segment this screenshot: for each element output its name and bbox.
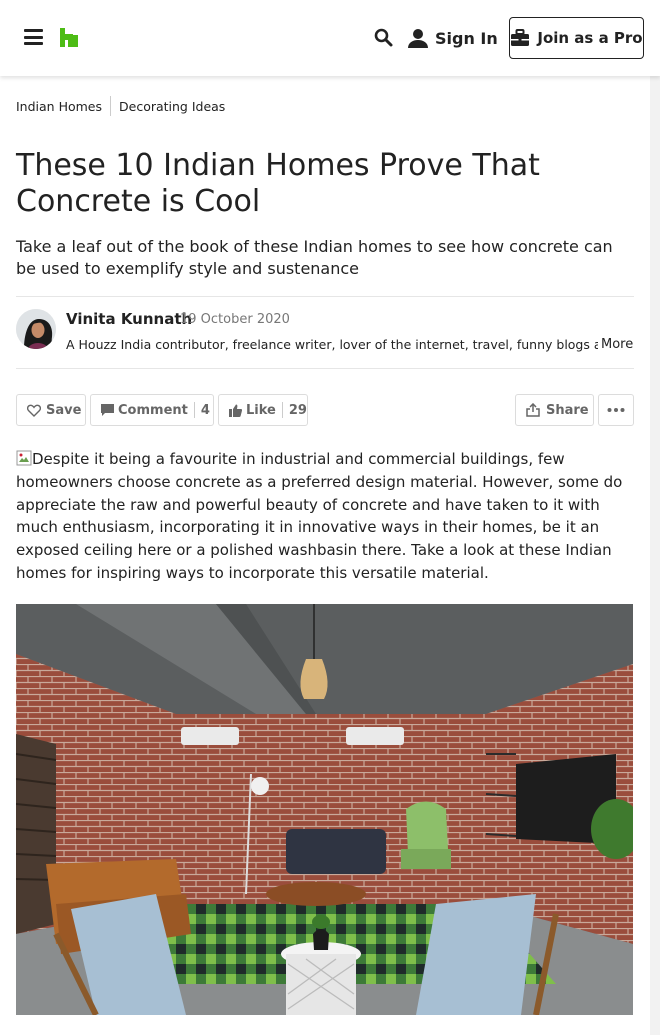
top-header: Sign In Join as a Pro — [0, 0, 660, 76]
article-intro-text: Despite it being a favourite in industri… — [16, 450, 623, 582]
join-as-pro-label: Join as a Pro — [537, 29, 643, 47]
save-button[interactable]: Save — [16, 394, 86, 426]
more-options-button[interactable] — [598, 394, 634, 426]
comment-icon — [101, 404, 114, 416]
divider — [16, 368, 634, 369]
ellipsis-icon — [607, 408, 625, 412]
like-count: 29 — [288, 402, 307, 418]
divider — [16, 296, 634, 297]
hamburger-icon[interactable] — [24, 29, 43, 45]
sign-in-label: Sign In — [435, 28, 498, 48]
publish-date: 19 October 2020 — [180, 312, 290, 327]
share-button[interactable]: Share — [515, 394, 594, 426]
comment-count: 4 — [200, 402, 210, 418]
bio-more-link[interactable]: More — [601, 337, 633, 352]
button-separator — [193, 402, 195, 418]
article-title: These 10 Indian Homes Prove That Concret… — [16, 148, 540, 219]
breadcrumb-indian-homes[interactable]: Indian Homes — [16, 99, 102, 114]
like-label: Like — [246, 402, 276, 418]
breadcrumb-decorating-ideas[interactable]: Decorating Ideas — [119, 99, 225, 114]
comment-button[interactable]: Comment 4 — [90, 394, 214, 426]
search-icon[interactable] — [373, 27, 395, 49]
houzz-logo[interactable] — [60, 28, 78, 47]
save-label: Save — [46, 402, 82, 418]
author-name[interactable]: Vinita Kunnath — [66, 310, 192, 328]
comment-label: Comment — [118, 402, 188, 418]
like-button[interactable]: Like 29 — [218, 394, 308, 426]
button-separator — [281, 402, 283, 418]
briefcase-icon — [511, 29, 530, 46]
sign-in-button[interactable]: Sign In — [407, 24, 498, 52]
thumbs-up-icon — [229, 404, 242, 417]
author-avatar[interactable] — [16, 309, 56, 349]
scrollbar-track[interactable] — [650, 76, 660, 1035]
article-intro: Despite it being a favourite in industri… — [16, 448, 636, 585]
breadcrumb-separator — [110, 96, 111, 116]
living-room-photo[interactable] — [16, 604, 633, 1015]
join-as-pro-button[interactable]: Join as a Pro — [509, 17, 644, 59]
share-icon — [526, 403, 540, 417]
article-subtitle: Take a leaf out of the book of these Ind… — [16, 237, 613, 278]
heart-icon — [27, 404, 41, 417]
share-label: Share — [546, 402, 589, 418]
living-room-illustration — [16, 604, 633, 1015]
breadcrumb: Indian Homes Decorating Ideas — [16, 96, 225, 116]
user-icon — [408, 29, 428, 48]
broken-image-icon — [16, 450, 32, 466]
author-bio: A Houzz India contributor, freelance wri… — [66, 337, 598, 352]
